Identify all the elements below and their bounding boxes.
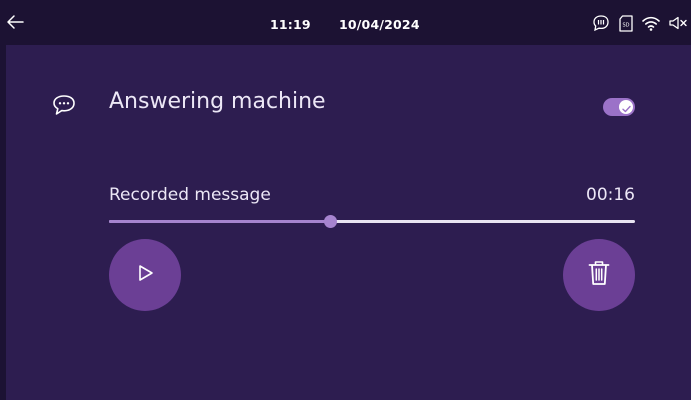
svg-text:SD: SD [622,22,629,28]
toggle-knob [619,100,633,114]
status-icons: SD [592,14,687,32]
message-duration: 00:16 [586,185,635,205]
voicemail-icon [592,14,610,32]
left-edge [0,0,6,400]
play-icon [135,263,155,287]
answering-machine-toggle[interactable] [603,98,635,116]
playback-slider[interactable] [109,214,635,230]
wifi-icon [642,16,660,31]
back-button[interactable] [6,14,24,30]
status-date: 10/04/2024 [339,17,420,32]
status-bar: 11:19 10/04/2024 SD [0,0,691,45]
chat-bubble-icon [52,94,76,116]
delete-button[interactable] [563,239,635,311]
answering-machine-screen: 11:19 10/04/2024 SD Answering machine Re… [0,0,691,400]
recorded-message-label: Recorded message [109,185,271,205]
sd-card-icon: SD [619,14,633,32]
speaker-muted-icon [669,16,687,30]
check-icon [621,98,631,117]
page-title: Answering machine [109,89,326,114]
play-button[interactable] [109,239,181,311]
back-arrow-icon [6,14,24,30]
clock-time: 11:19 [270,17,311,32]
slider-thumb[interactable] [323,215,337,228]
trash-icon [588,260,610,290]
slider-fill [109,220,330,223]
